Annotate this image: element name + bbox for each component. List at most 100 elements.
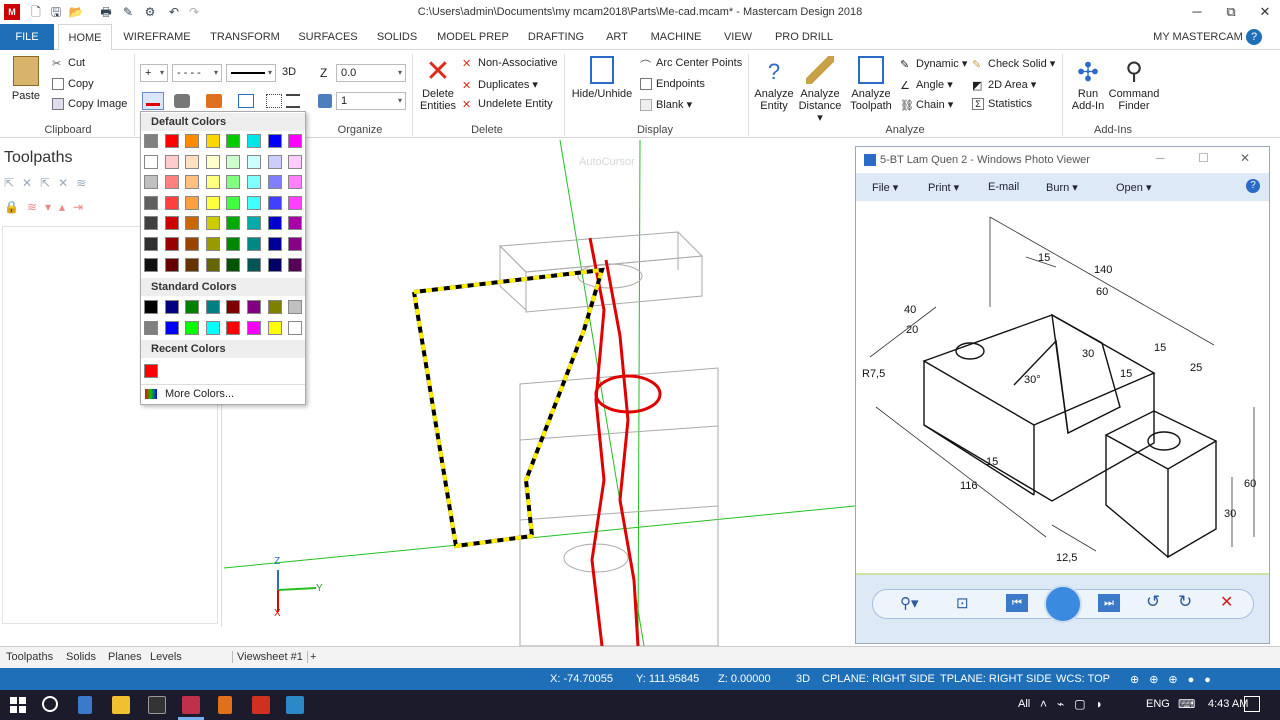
color-swatch[interactable] bbox=[226, 195, 241, 210]
tab-solids[interactable]: SOLIDS bbox=[372, 24, 422, 50]
tab-pro-drill[interactable]: PRO DRILL bbox=[772, 24, 836, 50]
color-swatch[interactable] bbox=[267, 175, 282, 190]
next-icon[interactable]: ⏭ bbox=[1098, 594, 1120, 612]
graphics-viewport[interactable]: AutoCursor Z Y X bbox=[224, 140, 855, 646]
pv-menu-print[interactable]: Print ▾ bbox=[928, 181, 959, 194]
color-swatch[interactable] bbox=[185, 134, 200, 148]
toolpath-toolbar-row2[interactable]: 🔒≋▾▴⇥ bbox=[4, 200, 134, 216]
tab-model-prep[interactable]: MODEL PREP bbox=[436, 24, 510, 50]
analyze-entity-button[interactable]: ? Analyze Entity bbox=[752, 56, 796, 112]
display-mode-icons[interactable]: ⊕⊕⊕●● bbox=[1130, 673, 1221, 686]
tab-levels[interactable]: Levels bbox=[150, 651, 182, 663]
photo-viewer-taskbar-icon[interactable] bbox=[286, 696, 304, 714]
line-width-dropdown[interactable]: ▾ bbox=[226, 64, 276, 82]
color-swatch[interactable] bbox=[288, 134, 303, 148]
copy-button[interactable]: Copy bbox=[52, 78, 94, 91]
color-swatch[interactable] bbox=[205, 216, 220, 231]
new-file-icon[interactable]: 🗋 bbox=[28, 4, 44, 20]
color-swatch[interactable] bbox=[164, 216, 179, 231]
delete-icon[interactable]: ✕ bbox=[1220, 592, 1233, 612]
color-swatch[interactable] bbox=[288, 257, 303, 272]
pv-menu-open[interactable]: Open ▾ bbox=[1116, 181, 1152, 194]
tab-toolpaths[interactable]: Toolpaths bbox=[6, 651, 53, 663]
color-swatch[interactable] bbox=[247, 195, 261, 210]
color-swatch[interactable] bbox=[164, 237, 179, 251]
color-swatch[interactable] bbox=[226, 257, 241, 272]
color-swatch[interactable] bbox=[267, 237, 282, 251]
color-swatch[interactable] bbox=[247, 237, 261, 251]
tab-solids-panel[interactable]: Solids bbox=[66, 651, 96, 663]
rotate-left-icon[interactable]: ↺ bbox=[1146, 592, 1160, 612]
open-folder-icon[interactable]: 📂 bbox=[68, 4, 84, 20]
surface-color-icon[interactable] bbox=[206, 94, 222, 108]
color-swatch[interactable] bbox=[226, 154, 241, 169]
color-swatch[interactable] bbox=[205, 195, 220, 210]
color-swatch[interactable] bbox=[205, 320, 220, 335]
color-swatch[interactable] bbox=[247, 300, 261, 314]
color-swatch[interactable] bbox=[144, 364, 158, 378]
dynamic-button[interactable]: ✎ Dynamic ▾ bbox=[900, 57, 967, 71]
analyze-distance-button[interactable]: Analyze Distance ▾ bbox=[796, 56, 844, 124]
color-swatch[interactable] bbox=[144, 300, 158, 314]
color-swatch[interactable] bbox=[267, 257, 282, 272]
level-input[interactable]: 1 ▾ bbox=[336, 92, 406, 110]
color-swatch[interactable] bbox=[267, 320, 282, 335]
color-swatch[interactable] bbox=[288, 237, 303, 251]
pv-minimize-button[interactable]: ─ bbox=[1156, 151, 1165, 165]
search-icon[interactable] bbox=[42, 696, 58, 712]
rotate-right-icon[interactable]: ↻ bbox=[1178, 592, 1192, 612]
color-swatch[interactable] bbox=[288, 154, 303, 169]
color-swatch[interactable] bbox=[185, 320, 200, 335]
color-swatch[interactable] bbox=[247, 134, 261, 148]
color-swatch[interactable] bbox=[226, 320, 241, 335]
restore-button[interactable]: ⧉ bbox=[1216, 4, 1246, 20]
windows-start-icon[interactable] bbox=[10, 697, 26, 713]
file-explorer-icon[interactable] bbox=[112, 696, 130, 714]
color-swatch[interactable] bbox=[144, 237, 158, 251]
endpoints-button[interactable]: Endpoints bbox=[640, 78, 705, 91]
color-swatch[interactable] bbox=[226, 300, 241, 314]
color-swatch[interactable] bbox=[185, 154, 200, 169]
viewsheet-tab[interactable]: Viewsheet #1 bbox=[232, 651, 308, 663]
color-swatch[interactable] bbox=[247, 216, 261, 231]
color-swatch[interactable] bbox=[164, 195, 179, 210]
color-swatch[interactable] bbox=[226, 175, 241, 190]
redo-icon[interactable]: ↷ bbox=[186, 4, 202, 20]
app-icon[interactable] bbox=[218, 696, 232, 714]
color-swatch[interactable] bbox=[144, 257, 158, 272]
color-swatch[interactable] bbox=[144, 154, 158, 169]
tab-file[interactable]: FILE bbox=[0, 24, 54, 50]
color-swatch[interactable] bbox=[144, 195, 158, 210]
clock[interactable]: 4:43 AM bbox=[1208, 698, 1248, 710]
chain-button[interactable]: ⛓ Chain ▾ bbox=[900, 98, 953, 112]
close-button[interactable]: ✕ bbox=[1250, 4, 1280, 20]
color-swatch[interactable] bbox=[205, 237, 220, 251]
status-wcs[interactable]: WCS: TOP bbox=[1056, 673, 1110, 685]
color-swatch[interactable] bbox=[164, 134, 179, 148]
tab-wireframe[interactable]: WIREFRAME bbox=[122, 24, 192, 50]
pv-close-button[interactable]: ✕ bbox=[1240, 151, 1250, 165]
tab-drafting[interactable]: DRAFTING bbox=[524, 24, 588, 50]
statistics-button[interactable]: Σ Statistics bbox=[972, 98, 1032, 111]
mastercam-taskbar-icon[interactable] bbox=[182, 696, 200, 714]
app-icon[interactable] bbox=[252, 696, 270, 714]
color-swatch[interactable] bbox=[164, 320, 179, 335]
color-swatch[interactable] bbox=[288, 175, 303, 190]
color-swatch[interactable] bbox=[205, 257, 220, 272]
file-icon[interactable] bbox=[78, 696, 92, 714]
color-swatch[interactable] bbox=[185, 175, 200, 190]
color-swatch[interactable] bbox=[185, 300, 200, 314]
color-swatch[interactable] bbox=[164, 175, 179, 190]
color-swatch[interactable] bbox=[247, 257, 261, 272]
pv-menu-email[interactable]: E-mail bbox=[988, 181, 1019, 193]
tab-home[interactable]: HOME bbox=[58, 24, 112, 51]
color-swatch[interactable] bbox=[288, 216, 303, 231]
notifications-icon[interactable] bbox=[1244, 696, 1260, 712]
point-style-dropdown[interactable]: + ▾ bbox=[140, 64, 168, 82]
tray-icons[interactable]: ˄⌁▢◗ bbox=[1040, 697, 1113, 711]
tab-art[interactable]: ART bbox=[602, 24, 632, 50]
status-cplane[interactable]: CPLANE: RIGHT SIDE bbox=[822, 673, 935, 685]
status-mode[interactable]: 3D bbox=[796, 673, 810, 685]
color-swatch[interactable] bbox=[226, 216, 241, 231]
tab-transform[interactable]: TRANSFORM bbox=[208, 24, 282, 50]
